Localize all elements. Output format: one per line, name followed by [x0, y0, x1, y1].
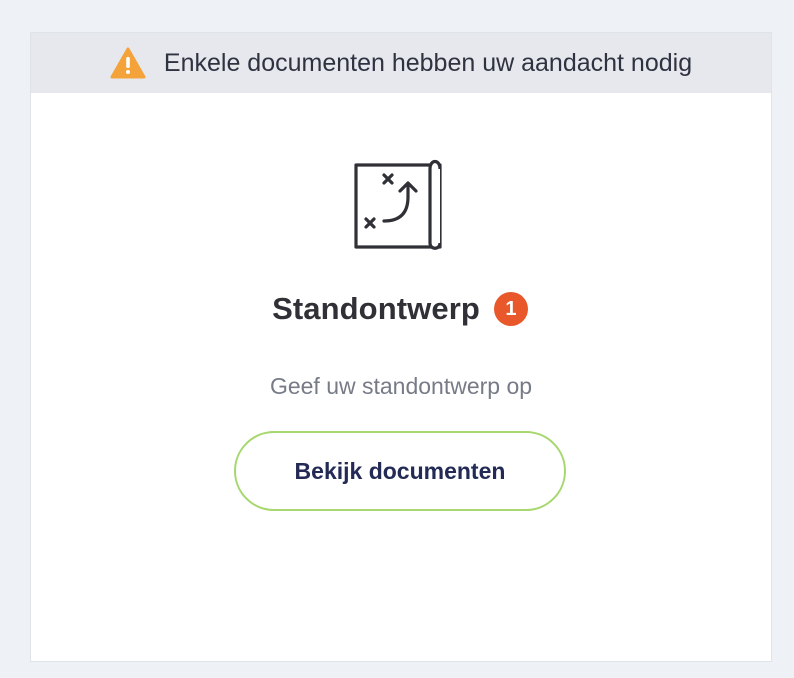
- document-section: Standontwerp 1 Geef uw standontwerp op B…: [31, 93, 771, 661]
- view-documents-button[interactable]: Bekijk documenten: [234, 431, 566, 511]
- item-description: Geef uw standontwerp op: [269, 373, 533, 399]
- documents-card: Enkele documenten hebben uw aandacht nod…: [30, 32, 772, 662]
- item-title: Standontwerp: [272, 291, 480, 326]
- attention-banner: Enkele documenten hebben uw aandacht nod…: [31, 33, 771, 93]
- plan-map-icon: [348, 157, 456, 253]
- attention-banner-text: Enkele documenten hebben uw aandacht nod…: [163, 48, 693, 77]
- warning-triangle-icon: [110, 47, 146, 79]
- notification-count-badge: 1: [493, 292, 528, 326]
- item-heading: Standontwerp 1: [30, 289, 770, 329]
